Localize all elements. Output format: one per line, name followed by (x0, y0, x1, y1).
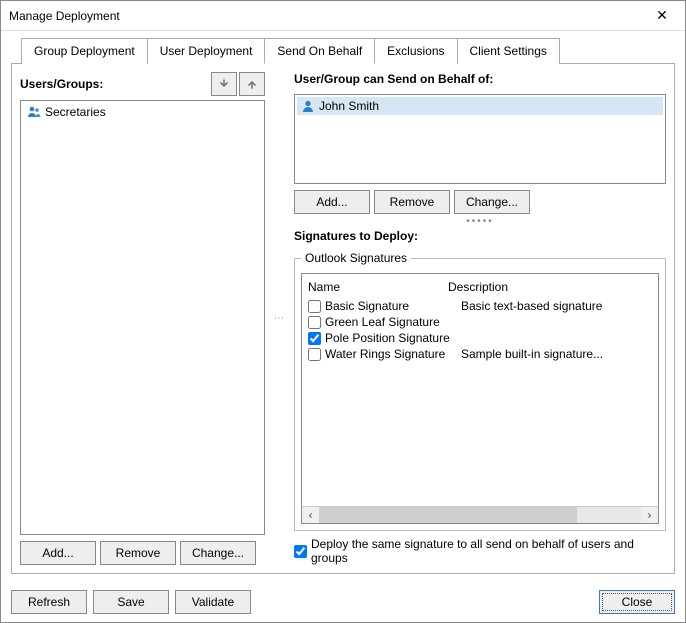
signature-checkbox[interactable] (308, 316, 321, 329)
outlook-signatures-group: Outlook Signatures Name Description Basi… (294, 251, 666, 531)
users-groups-pane: Users/Groups: Secretaries (20, 72, 265, 565)
manage-deployment-window: Manage Deployment ✕ Group Deployment Use… (0, 0, 686, 623)
user-icon (301, 99, 315, 113)
signature-checkbox[interactable] (308, 348, 321, 361)
signature-description: Basic text-based signature (461, 299, 652, 313)
right-pane: User/Group can Send on Behalf of: John S… (294, 72, 666, 565)
list-item-label: John Smith (319, 99, 379, 113)
tab-strip: Group Deployment User Deployment Send On… (21, 37, 675, 63)
scroll-track[interactable] (319, 507, 641, 524)
tab-exclusions[interactable]: Exclusions (374, 38, 457, 64)
signature-name: Water Rings Signature (325, 347, 461, 361)
change-user-group-button[interactable]: Change... (180, 541, 256, 565)
behalf-buttons: Add... Remove Change... (294, 190, 666, 214)
arrow-down-icon (218, 78, 230, 90)
behalf-list[interactable]: John Smith (294, 94, 666, 184)
signature-name: Basic Signature (325, 299, 461, 313)
tab-user-deployment[interactable]: User Deployment (147, 38, 266, 64)
window-title: Manage Deployment (9, 9, 647, 23)
splitter-horizontal[interactable]: ••••• (294, 216, 666, 227)
signatures-rows: Basic Signature Basic text-based signatu… (302, 294, 658, 506)
tab-send-on-behalf[interactable]: Send On Behalf (264, 38, 375, 64)
move-up-button[interactable] (239, 72, 265, 96)
signature-checkbox[interactable] (308, 332, 321, 345)
list-item[interactable]: John Smith (297, 97, 663, 115)
remove-user-group-button[interactable]: Remove (100, 541, 176, 565)
titlebar: Manage Deployment ✕ (1, 1, 685, 31)
refresh-button[interactable]: Refresh (11, 590, 87, 614)
table-row[interactable]: Basic Signature Basic text-based signatu… (308, 298, 652, 314)
close-icon[interactable]: ✕ (647, 7, 677, 24)
footer: Refresh Save Validate Close (1, 582, 685, 622)
behalf-label: User/Group can Send on Behalf of: (294, 72, 666, 86)
users-icon (27, 105, 41, 119)
change-behalf-button[interactable]: Change... (454, 190, 530, 214)
add-behalf-button[interactable]: Add... (294, 190, 370, 214)
column-name: Name (308, 280, 448, 294)
tab-body: Users/Groups: Secretaries (11, 63, 675, 574)
scroll-right-icon[interactable]: › (641, 507, 658, 524)
deploy-same-row: Deploy the same signature to all send on… (294, 537, 666, 565)
signatures-list[interactable]: Name Description Basic Signature Basic t… (301, 273, 659, 524)
add-user-group-button[interactable]: Add... (20, 541, 96, 565)
list-item[interactable]: Secretaries (23, 103, 262, 121)
table-row[interactable]: Water Rings Signature Sample built-in si… (308, 346, 652, 362)
save-button[interactable]: Save (93, 590, 169, 614)
splitter-vertical[interactable]: ⋮ (273, 313, 284, 325)
tab-client-settings[interactable]: Client Settings (457, 38, 560, 64)
signature-description: Sample built-in signature... (461, 347, 652, 361)
column-description: Description (448, 280, 508, 294)
close-button[interactable]: Close (599, 590, 675, 614)
validate-button[interactable]: Validate (175, 590, 251, 614)
users-groups-label: Users/Groups: (20, 77, 209, 91)
signatures-columns: Name Description (302, 274, 658, 294)
signatures-wrap: Outlook Signatures Name Description Basi… (294, 247, 666, 531)
outlook-signatures-legend: Outlook Signatures (301, 251, 411, 265)
deploy-same-label: Deploy the same signature to all send on… (311, 537, 666, 565)
users-groups-list[interactable]: Secretaries (20, 100, 265, 535)
scroll-thumb[interactable] (319, 507, 577, 524)
deploy-same-checkbox[interactable] (294, 545, 307, 558)
signature-name: Green Leaf Signature (325, 315, 461, 329)
content-area: Group Deployment User Deployment Send On… (1, 31, 685, 582)
signatures-label: Signatures to Deploy: (294, 229, 666, 243)
users-groups-buttons: Add... Remove Change... (20, 541, 265, 565)
users-groups-header: Users/Groups: (20, 72, 265, 96)
table-row[interactable]: Pole Position Signature (308, 330, 652, 346)
tab-group-deployment[interactable]: Group Deployment (21, 38, 148, 64)
horizontal-scrollbar[interactable]: ‹ › (302, 506, 658, 523)
remove-behalf-button[interactable]: Remove (374, 190, 450, 214)
list-item-label: Secretaries (45, 105, 106, 119)
move-down-button[interactable] (211, 72, 237, 96)
signature-name: Pole Position Signature (325, 331, 461, 345)
scroll-left-icon[interactable]: ‹ (302, 507, 319, 524)
arrow-up-icon (246, 78, 258, 90)
signature-checkbox[interactable] (308, 300, 321, 313)
table-row[interactable]: Green Leaf Signature (308, 314, 652, 330)
